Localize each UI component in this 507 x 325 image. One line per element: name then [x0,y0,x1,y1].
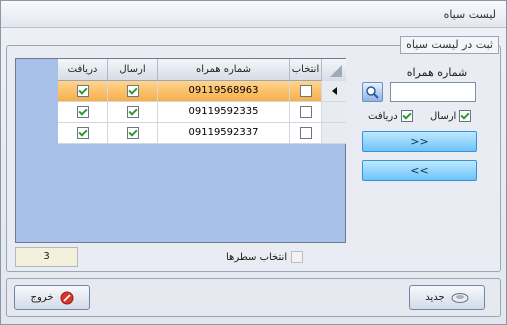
send-checkbox[interactable] [126,85,139,97]
contact-lookup-icon [366,85,379,99]
select-checkbox[interactable] [299,127,312,139]
select-rows-checkbox[interactable] [291,251,304,263]
group-caption: ثبت در لیست سیاه [400,36,499,54]
select-checkbox[interactable] [299,106,312,118]
row-count: 3 [15,247,78,267]
row-indicator[interactable] [322,102,346,122]
blacklist-grid[interactable]: دریافت ارسال شماره همراه انتخاب 09119568… [15,58,346,243]
title-bar: لیست سیاه [1,1,506,28]
cell-receive[interactable] [58,123,108,143]
column-header-send[interactable]: ارسال [108,59,158,81]
receive-option[interactable]: دریافت [368,109,413,123]
cell-phone[interactable]: 09119592337 [158,123,290,143]
send-checkbox[interactable] [126,127,139,139]
row-pointer-icon [331,87,337,95]
cell-select[interactable] [290,123,322,143]
exit-button[interactable]: خروج [14,285,90,310]
table-row[interactable]: 09119568963 [58,81,346,102]
exit-button-label: خروج [30,292,54,303]
table-row[interactable]: 09119592337 [58,123,346,144]
grid-header: دریافت ارسال شماره همراه انتخاب [58,59,346,81]
send-checkbox[interactable] [126,106,139,118]
lookup-button[interactable] [362,82,383,102]
receive-checkbox[interactable] [76,106,89,118]
add-to-blacklist-button[interactable]: >> [362,131,477,152]
send-option-checkbox[interactable] [459,110,472,122]
row-indicator[interactable] [322,123,346,143]
select-rows-label: انتخاب سطرها [226,251,288,263]
column-header-select[interactable]: انتخاب [290,59,322,81]
cell-select[interactable] [290,102,322,122]
new-record-icon [451,292,469,303]
new-button-label: جدید [425,292,445,303]
select-checkbox[interactable] [299,85,312,97]
corner-triangle-icon [330,65,342,77]
cell-send[interactable] [108,102,158,122]
cell-select[interactable] [290,81,322,101]
exit-icon [60,291,73,304]
window-title: لیست سیاه [443,8,496,21]
phone-label: شماره همراه [406,66,468,79]
row-indicator[interactable] [322,81,346,101]
column-header-receive[interactable]: دریافت [58,59,108,81]
cell-send[interactable] [108,123,158,143]
receive-checkbox[interactable] [76,127,89,139]
new-button[interactable]: جدید [409,285,485,310]
grid-corner[interactable] [322,59,346,81]
cell-phone[interactable]: 09119568963 [158,81,290,101]
remove-from-blacklist-button[interactable]: << [362,160,477,181]
receive-option-checkbox[interactable] [400,110,413,122]
select-rows-option[interactable]: انتخاب سطرها [226,251,304,263]
receive-checkbox[interactable] [76,85,89,97]
cell-receive[interactable] [58,102,108,122]
send-option[interactable]: ارسال [430,109,472,123]
phone-input[interactable] [390,82,476,102]
cell-send[interactable] [108,81,158,101]
cell-receive[interactable] [58,81,108,101]
column-header-phone[interactable]: شماره همراه [158,59,290,81]
send-option-label: ارسال [430,110,457,122]
receive-option-label: دریافت [368,110,398,122]
table-row[interactable]: 09119592335 [58,102,346,123]
cell-phone[interactable]: 09119592335 [158,102,290,122]
